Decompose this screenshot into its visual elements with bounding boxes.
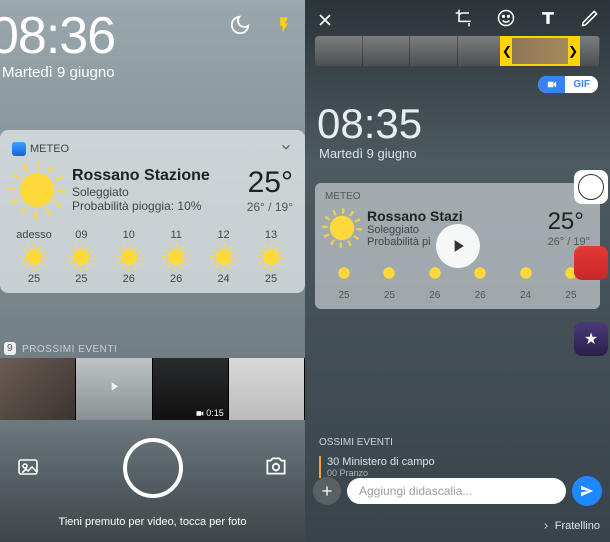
camera-capture-panel: 08:36 Martedì 9 giugno METEO <box>0 0 305 542</box>
caption-bar: Aggiungi didascalia... <box>313 476 602 506</box>
trim-handle-left[interactable]: ❮ <box>502 38 512 64</box>
video-gif-toggle[interactable]: GIF <box>538 76 598 93</box>
crop-rotate-icon[interactable] <box>454 8 474 33</box>
weather-temp-hilo: 26° / 19° <box>247 200 293 214</box>
preview-clock: 08:35 <box>317 100 610 148</box>
upcoming-events-label: OSSIMI EVENTI <box>319 437 393 448</box>
sun-icon <box>16 169 58 211</box>
emoji-sticker-icon[interactable] <box>496 8 516 33</box>
sun-icon <box>71 247 91 267</box>
gallery-icon[interactable] <box>16 455 40 484</box>
hour-col: 0925 <box>61 229 101 285</box>
weather-widget: METEO Rossano Stazione Soleggiato Probab… <box>0 130 305 293</box>
trim-selection[interactable]: ❮ ❯ <box>500 36 580 66</box>
sun-icon <box>261 247 281 267</box>
flash-icon[interactable] <box>275 14 293 36</box>
send-button[interactable] <box>572 476 602 506</box>
weather-location: Rossano Stazione <box>72 167 247 185</box>
weather-condition: Soleggiato <box>72 185 247 199</box>
media-thumbnail[interactable] <box>229 358 305 420</box>
camera-controls: Tieni premuto per video, tocca per foto <box>0 424 305 542</box>
camera-hint-text: Tieni premuto per video, tocca per foto <box>0 516 305 528</box>
recipient-chip[interactable]: Fratellino <box>541 520 600 532</box>
video-trim-bar[interactable]: ❮ ❯ <box>315 36 600 66</box>
play-icon <box>107 380 121 399</box>
weather-rain-prob: Probabilità pioggia: 10% <box>72 199 247 213</box>
sun-icon <box>166 247 186 267</box>
video-mode-option[interactable] <box>538 76 565 93</box>
sun-icon <box>473 266 487 280</box>
close-icon[interactable] <box>315 10 335 36</box>
hourly-forecast: adesso25 0925 1026 1126 1224 1325 <box>12 229 293 285</box>
sun-icon <box>24 247 44 267</box>
home-apps-column <box>574 170 608 356</box>
gif-mode-option[interactable]: GIF <box>565 76 598 93</box>
hour-col: 1026 <box>109 229 149 285</box>
text-tool-icon[interactable] <box>538 8 558 33</box>
wps-app-icon <box>574 246 608 280</box>
lockscreen-clock: 08:36 <box>0 6 115 66</box>
sun-icon <box>428 266 442 280</box>
shutter-button[interactable] <box>123 438 183 498</box>
weather-location: Rossano Stazi <box>367 208 548 224</box>
lockscreen-date: Martedì 9 giugno <box>2 64 115 81</box>
media-thumbnail[interactable]: 0:15 <box>153 358 229 420</box>
switch-camera-icon[interactable] <box>263 453 289 484</box>
preview-weather-widget: METEO Rossano Stazi Soleggiato Probabili… <box>315 183 600 309</box>
caption-input[interactable]: Aggiungi didascalia... <box>347 478 566 504</box>
sun-icon <box>119 247 139 267</box>
hour-col: 1325 <box>251 229 291 285</box>
recent-media-strip[interactable]: 0:15 <box>0 358 305 420</box>
preview-date: Martedì 9 giugno <box>319 146 610 161</box>
trim-handle-right[interactable]: ❯ <box>568 38 578 64</box>
video-editor-panel: ❮ ❯ GIF 08:35 Martedì 9 giugno METEO Ros… <box>305 0 610 542</box>
sun-icon <box>214 247 234 267</box>
sun-icon <box>327 213 357 243</box>
weather-temp-now: 25° <box>247 166 293 200</box>
hour-col: 1224 <box>204 229 244 285</box>
night-mode-icon[interactable] <box>229 14 251 36</box>
chevron-down-icon[interactable] <box>279 140 293 157</box>
sun-icon <box>337 266 351 280</box>
imovie-app-icon <box>574 322 608 356</box>
media-thumbnail[interactable] <box>0 358 76 420</box>
add-media-button[interactable] <box>313 477 341 505</box>
weather-app-icon <box>12 142 26 156</box>
media-thumbnail[interactable] <box>76 358 152 420</box>
upcoming-events-label: PROSSIMI EVENTI <box>22 344 117 355</box>
hour-col: 1126 <box>156 229 196 285</box>
events-day-badge: 9 <box>4 342 16 355</box>
weather-app-label: METEO <box>30 143 69 155</box>
weather-app-label: METEO <box>325 191 590 202</box>
sun-icon <box>519 266 533 280</box>
hour-col: adesso25 <box>14 229 54 285</box>
sun-icon <box>382 266 396 280</box>
clock-app-icon <box>574 170 608 204</box>
play-button[interactable] <box>436 224 480 268</box>
calendar-event: 30 Ministero di campo 00 Pranzo <box>319 456 435 478</box>
video-duration: 0:15 <box>195 408 224 418</box>
draw-pencil-icon[interactable] <box>580 8 600 33</box>
